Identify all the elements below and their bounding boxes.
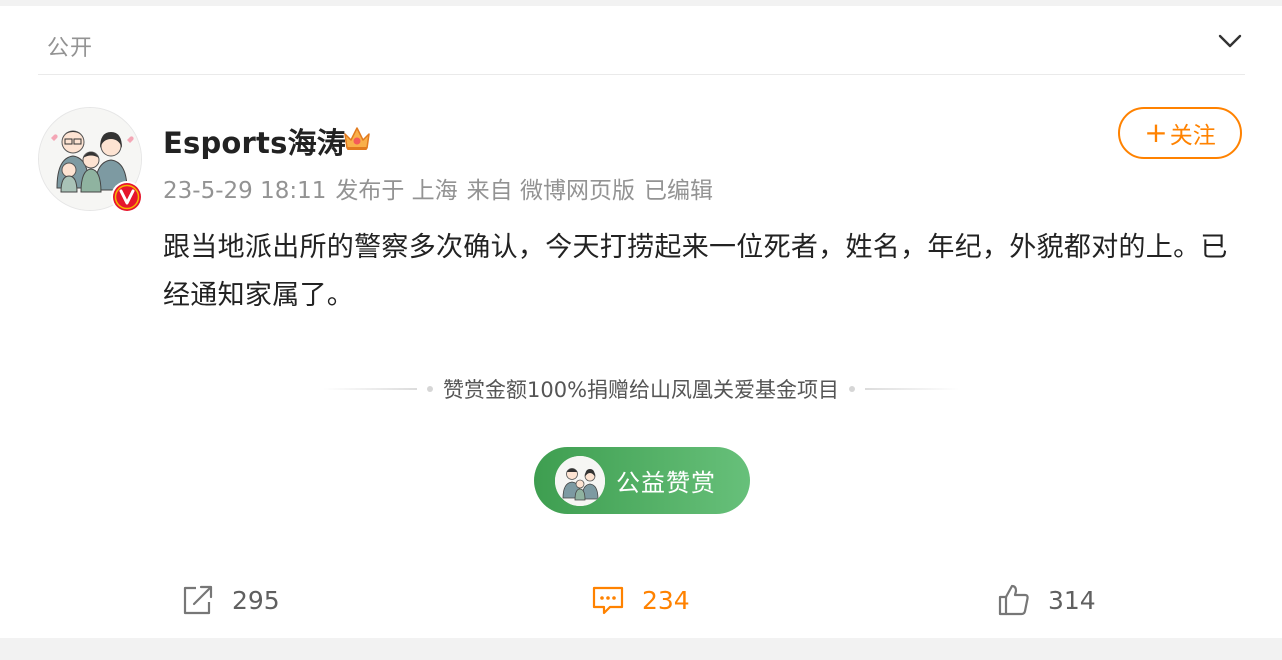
post-card: 公开 Esports海涛 23-5-29 18:11 发布于 上海 来自 微博网… [0,6,1282,638]
divider-line-left [323,388,417,390]
donate-avatar [555,455,605,506]
divider-line-right [865,388,960,390]
share-icon [183,585,213,615]
donate-button-label: 公益赞赏 [616,469,716,497]
like-count: 314 [1048,585,1096,615]
family-illustration-icon [555,455,605,506]
like-button[interactable]: 314 [996,576,1096,624]
post-time[interactable]: 23-5-29 18:11 [163,178,326,204]
edited-label[interactable]: 已编辑 [644,178,713,204]
divider-dot-left [426,386,433,392]
post-meta: 23-5-29 18:11 发布于 上海 来自 微博网页版 已编辑 [163,171,722,205]
author-name[interactable]: Esports海涛 [163,120,346,162]
comment-icon [592,586,624,615]
visibility-label: 公开 [47,36,94,61]
comment-count: 234 [642,585,690,615]
donation-note-text: 赞赏金额100%捐赠给山凤凰关爱基金项目 [442,378,840,402]
donation-note: 赞赏金额100%捐赠给山凤凰关爱基金项目 [323,374,960,404]
action-bar: 295 234 314 [0,576,1282,624]
verified-badge [111,181,143,213]
feed-gap [0,638,1282,660]
follow-button[interactable]: + 关注 [1118,107,1242,159]
comment-button[interactable]: 234 [590,576,690,624]
plus-icon: + [1144,116,1168,149]
v-verified-icon [113,183,141,211]
chevron-down-icon[interactable] [1217,28,1243,54]
post-header-bar: 公开 [38,6,1245,75]
divider-dot-right [849,386,856,392]
thumbs-up-icon [998,584,1029,616]
donate-button[interactable]: 公益赞赏 [534,447,750,514]
repost-count: 295 [232,585,280,615]
repost-button[interactable]: 295 [180,576,280,624]
follow-label: 关注 [1169,123,1216,149]
crown-icon [341,122,373,154]
post-location: 发布于 上海 [335,178,458,204]
post-source: 来自 微博网页版 [466,178,635,204]
post-content: 跟当地派出所的警察多次确认，今天打捞起来一位死者，姓名，年纪，外貌都对的上。已经… [163,232,1228,311]
